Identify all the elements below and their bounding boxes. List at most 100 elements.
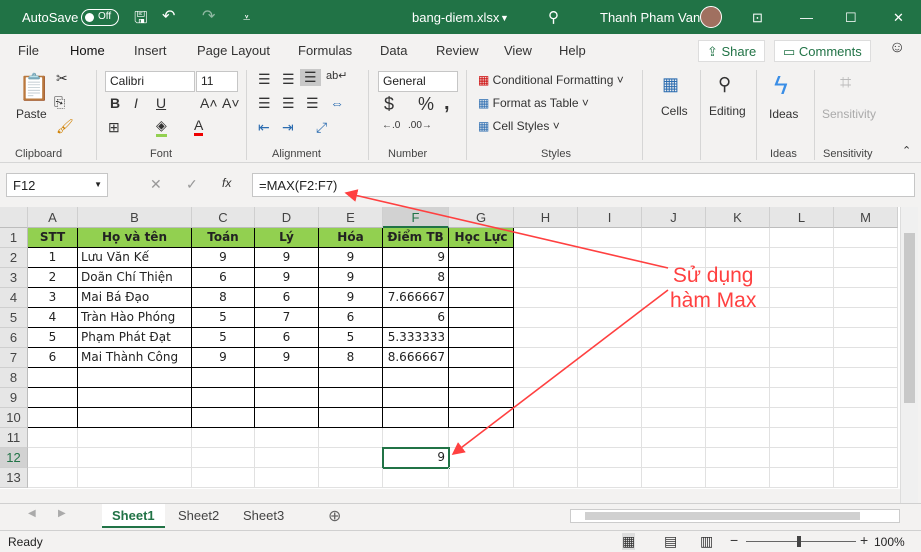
align-top-icon[interactable]: ☰ xyxy=(258,71,271,88)
cell[interactable] xyxy=(706,348,770,368)
ideas-button[interactable]: Ideas xyxy=(769,107,798,121)
cell[interactable] xyxy=(514,348,578,368)
table-cell[interactable]: 9 xyxy=(319,268,383,288)
normal-view-icon[interactable]: ▦ xyxy=(622,533,636,550)
cell[interactable] xyxy=(834,428,898,448)
collapse-ribbon-icon[interactable]: ⌃ xyxy=(902,144,911,157)
table-cell[interactable]: 5 xyxy=(319,328,383,348)
table-cell[interactable]: 8 xyxy=(192,288,255,308)
table-cell[interactable]: 5 xyxy=(192,328,255,348)
sheet-tab-sheet1[interactable]: Sheet1 xyxy=(102,504,165,528)
align-right-icon[interactable]: ☰ xyxy=(306,95,319,112)
cell[interactable] xyxy=(449,468,514,488)
cell[interactable] xyxy=(706,368,770,388)
table-cell[interactable]: 8 xyxy=(319,348,383,368)
cell[interactable] xyxy=(192,388,255,408)
table-cell[interactable]: Hóa xyxy=(319,228,383,248)
table-cell[interactable]: 5 xyxy=(28,328,78,348)
editing-search-icon[interactable]: ⚲ xyxy=(718,74,731,95)
cell[interactable] xyxy=(514,308,578,328)
cell[interactable] xyxy=(28,408,78,428)
filename-dropdown-icon[interactable]: ▼ xyxy=(500,13,509,23)
tab-home[interactable]: Home xyxy=(68,43,107,69)
avatar[interactable] xyxy=(700,6,722,28)
row-header-13[interactable]: 13 xyxy=(0,468,28,488)
table-cell[interactable]: Doãn Chí Thiện xyxy=(78,268,192,288)
cell[interactable] xyxy=(192,448,255,468)
table-cell[interactable]: 9 xyxy=(319,248,383,268)
sheet-tab-sheet3[interactable]: Sheet3 xyxy=(233,504,294,528)
cell[interactable] xyxy=(834,368,898,388)
table-cell[interactable]: Lưu Văn Kế xyxy=(78,248,192,268)
table-cell[interactable]: 8 xyxy=(383,268,449,288)
row-header-8[interactable]: 8 xyxy=(0,368,28,388)
cell[interactable] xyxy=(642,408,706,428)
cell[interactable] xyxy=(514,448,578,468)
column-header-D[interactable]: D xyxy=(255,207,319,228)
tab-file[interactable]: File xyxy=(18,43,39,58)
conditional-formatting-button[interactable]: ▦ Conditional Formatting ˅ xyxy=(478,73,624,87)
ribbon-display-icon[interactable]: ⊡ xyxy=(752,10,763,26)
comments-button[interactable]: ▭ Comments xyxy=(774,40,871,62)
table-cell[interactable]: 6 xyxy=(28,348,78,368)
row-header-2[interactable]: 2 xyxy=(0,248,28,268)
name-box[interactable]: F12 ▼ xyxy=(6,173,108,197)
tab-page-layout[interactable]: Page Layout xyxy=(197,43,270,58)
cell[interactable] xyxy=(514,468,578,488)
editing-button[interactable]: Editing xyxy=(709,104,746,118)
cell[interactable] xyxy=(449,428,514,448)
column-header-E[interactable]: E xyxy=(319,207,383,228)
cell[interactable] xyxy=(255,468,319,488)
cell[interactable] xyxy=(255,448,319,468)
table-cell[interactable]: 1 xyxy=(28,248,78,268)
table-cell[interactable] xyxy=(449,308,514,328)
table-cell[interactable] xyxy=(449,268,514,288)
format-as-table-button[interactable]: ▦ Format as Table ˅ xyxy=(478,96,589,110)
cell[interactable] xyxy=(642,228,706,248)
horizontal-scrollbar[interactable] xyxy=(570,509,900,523)
cell[interactable] xyxy=(834,328,898,348)
cell-styles-button[interactable]: ▦ Cell Styles ˅ xyxy=(478,119,560,133)
cell[interactable] xyxy=(770,468,834,488)
sensitivity-button[interactable]: Sensitivity xyxy=(822,107,876,121)
sensitivity-icon[interactable]: ⌗ xyxy=(840,72,851,95)
column-header-I[interactable]: I xyxy=(578,207,642,228)
column-header-B[interactable]: B xyxy=(78,207,192,228)
cell[interactable] xyxy=(383,368,449,388)
increase-indent-icon[interactable]: ⇥ xyxy=(282,119,294,136)
column-header-G[interactable]: G xyxy=(449,207,514,228)
align-center-icon[interactable]: ☰ xyxy=(282,95,295,112)
row-header-11[interactable]: 11 xyxy=(0,428,28,448)
paste-button[interactable]: Paste xyxy=(16,107,47,121)
cells-icon[interactable]: ▦ xyxy=(662,74,679,95)
table-cell[interactable]: 9 xyxy=(255,348,319,368)
cell[interactable] xyxy=(514,428,578,448)
wrap-text-icon[interactable]: ab↵ xyxy=(326,69,347,82)
cell[interactable] xyxy=(642,368,706,388)
page-break-view-icon[interactable]: ▥ xyxy=(700,533,713,550)
fill-color-icon[interactable]: ◈ xyxy=(156,117,167,137)
cell[interactable] xyxy=(383,408,449,428)
column-header-M[interactable]: M xyxy=(834,207,898,228)
cell[interactable] xyxy=(578,268,642,288)
cell[interactable] xyxy=(383,388,449,408)
cell[interactable] xyxy=(834,408,898,428)
spreadsheet-grid[interactable]: A B C D E F G H I J K L M 1 STT Họ và tên Toán Lý Hóa Điểm … xyxy=(0,207,900,489)
cell[interactable] xyxy=(319,448,383,468)
cell[interactable] xyxy=(578,408,642,428)
cell[interactable] xyxy=(319,428,383,448)
column-header-A[interactable]: A xyxy=(28,207,78,228)
filename[interactable]: bang-diem.xlsx xyxy=(412,10,499,25)
table-cell[interactable]: 7 xyxy=(255,308,319,328)
tab-help[interactable]: Help xyxy=(559,43,586,58)
maximize-icon[interactable]: ☐ xyxy=(845,10,857,26)
table-cell[interactable]: 9 xyxy=(192,348,255,368)
insert-function-icon[interactable]: fx xyxy=(222,176,231,190)
prev-sheet-icon[interactable]: ◀ xyxy=(28,508,36,519)
cell[interactable] xyxy=(78,368,192,388)
cell[interactable] xyxy=(578,288,642,308)
cell[interactable] xyxy=(578,228,642,248)
formula-input[interactable]: =MAX(F2:F7) xyxy=(252,173,915,197)
cell[interactable] xyxy=(78,468,192,488)
cell[interactable] xyxy=(78,408,192,428)
